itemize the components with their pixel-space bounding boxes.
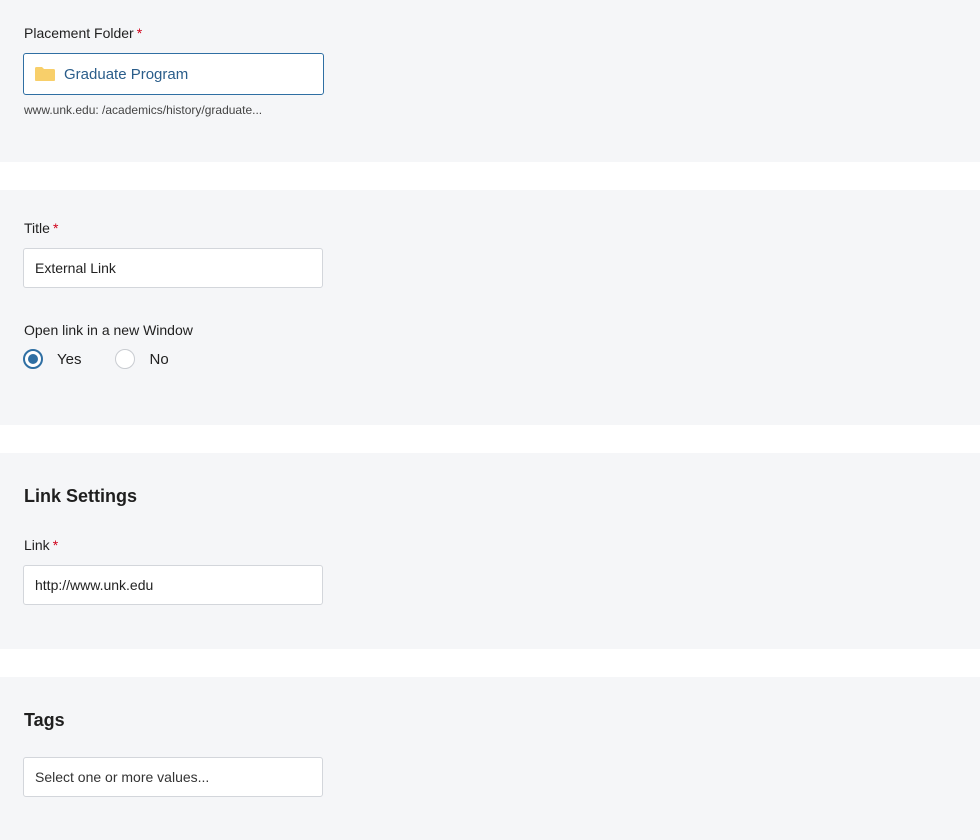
placement-folder-picker[interactable]: Graduate Program: [23, 53, 324, 95]
required-indicator: *: [52, 537, 59, 553]
title-input[interactable]: [23, 248, 323, 288]
title-label: Title *: [24, 220, 58, 236]
title-panel: Title* Open link in a new Window: [0, 190, 980, 425]
tags-select[interactable]: [23, 757, 323, 797]
radio-no-label: No: [149, 350, 169, 368]
link-settings-panel: Link Settings Link *: [0, 453, 980, 649]
folder-name: Graduate Program: [64, 65, 189, 83]
title-label-text: Title: [24, 220, 50, 236]
radio-yes-circle[interactable]: [23, 349, 43, 369]
placement-folder-label: Placement Folder *: [24, 25, 142, 41]
placement-folder-panel: Placement Folder * Graduate Program www.u…: [0, 0, 980, 162]
radio-no-circle[interactable]: [115, 349, 136, 369]
folder-path: www.unk.edu: /academics/history/graduate…: [24, 103, 263, 117]
radio-no[interactable]: No: [115, 349, 169, 369]
new-window-radio-group: Yes No: [23, 349, 203, 369]
tags-heading: Tags: [24, 710, 65, 730]
radio-yes-label: Yes: [57, 350, 82, 368]
link-label: Link *: [24, 537, 58, 553]
link-input[interactable]: [23, 565, 323, 605]
link-settings-heading: Link Settings: [24, 486, 138, 506]
new-window-label: Open link in a new Window: [24, 322, 193, 338]
required-indicator: *: [136, 25, 143, 41]
tags-panel: Tags: [0, 677, 980, 840]
folder-icon: [34, 66, 56, 82]
required-indicator: *: [52, 220, 59, 236]
radio-yes[interactable]: Yes: [23, 349, 81, 369]
link-label-text: Link: [24, 537, 50, 553]
placement-folder-label-text: Placement Folder: [24, 25, 134, 41]
